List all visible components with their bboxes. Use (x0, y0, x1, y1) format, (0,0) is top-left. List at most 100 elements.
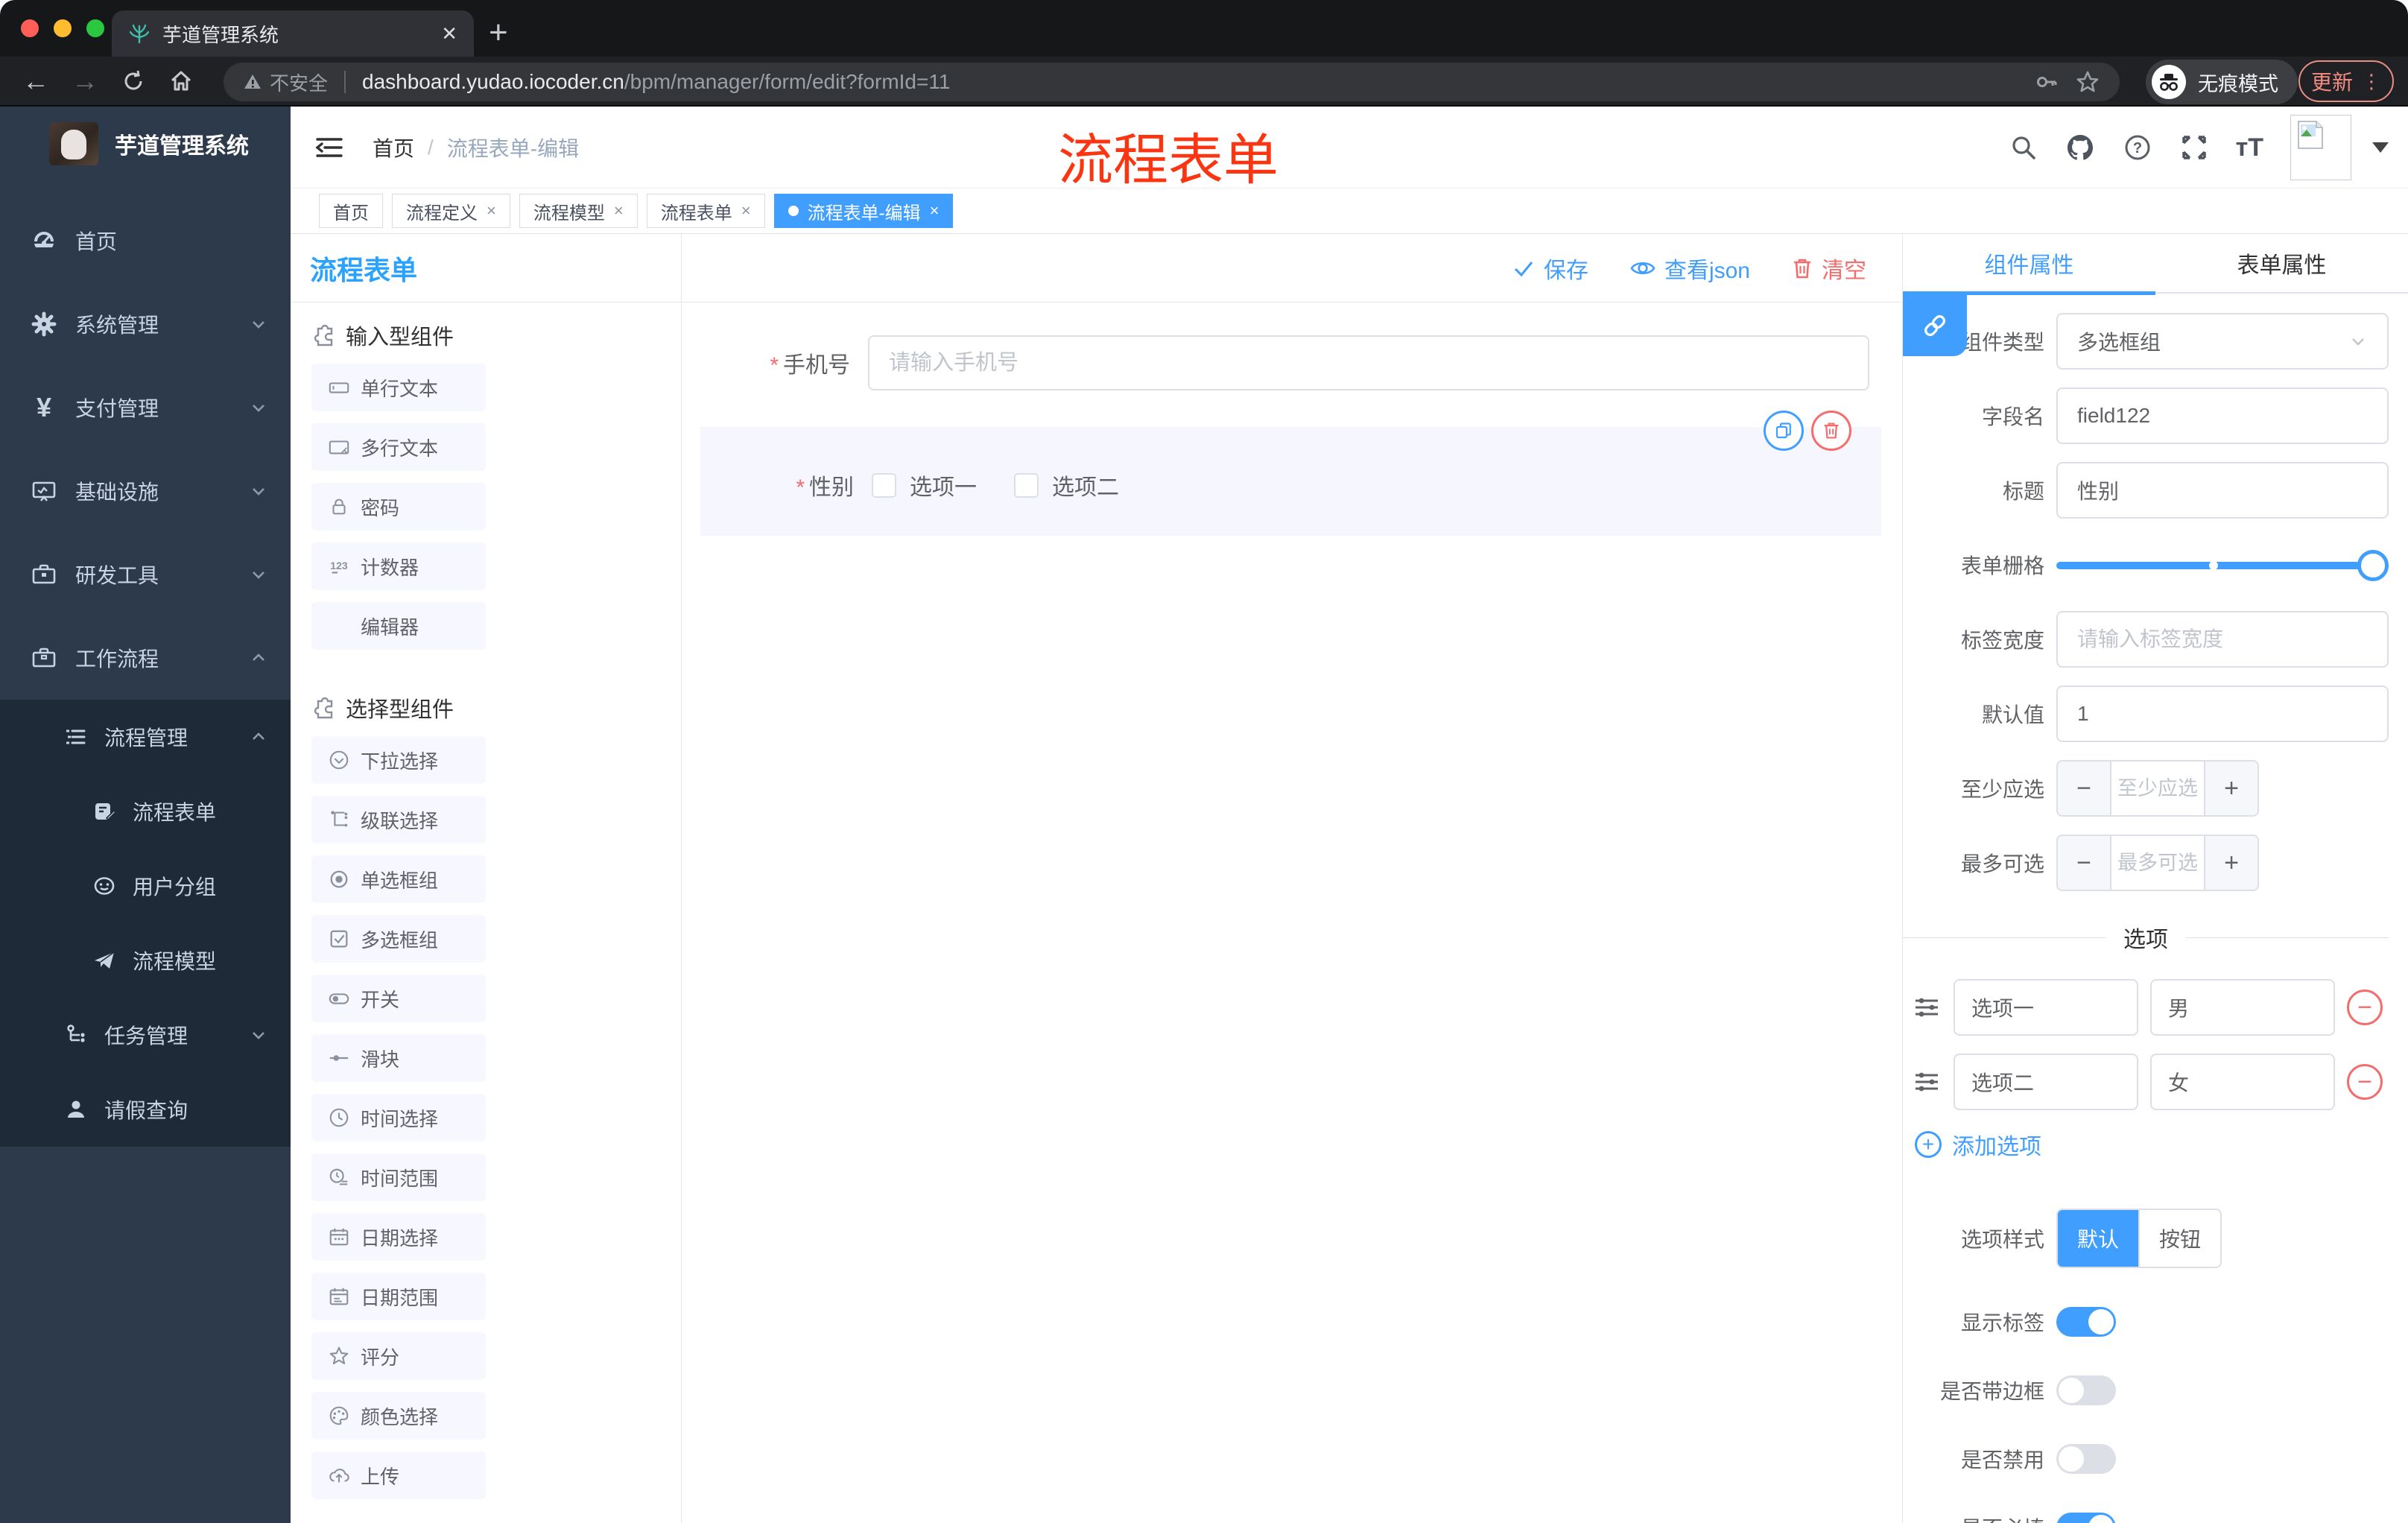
window-zoom-button[interactable] (86, 19, 104, 37)
option-value-input[interactable] (2150, 979, 2335, 1036)
sidebar-item-system[interactable]: 系统管理 (0, 282, 291, 366)
window-close-button[interactable] (21, 19, 39, 37)
avatar[interactable] (2290, 115, 2351, 180)
tab-close-icon[interactable]: ✕ (441, 22, 457, 45)
option-name-input[interactable] (1954, 1054, 2138, 1110)
sidebar-collapse-icon[interactable] (314, 134, 344, 161)
gender-option-2[interactable]: 选项二 (1014, 469, 1119, 501)
component-type-select[interactable]: 多选框组 (2056, 313, 2389, 370)
tag-process-definition[interactable]: 流程定义 × (392, 194, 510, 228)
omnibox[interactable]: 不安全 dashboard.yudao.iocoder.cn/bpm/manag… (224, 63, 2120, 101)
tag-process-form[interactable]: 流程表单 × (646, 194, 765, 228)
sidebar-item-task-management[interactable]: 任务管理 (0, 998, 291, 1072)
sidebar-item-devtools[interactable]: 研发工具 (0, 533, 291, 616)
title-input[interactable] (2056, 462, 2389, 519)
show-label-toggle[interactable] (2056, 1307, 2116, 1337)
save-button[interactable]: 保存 (1512, 252, 1588, 285)
palette-item-date-range[interactable]: 日期范围 (311, 1273, 486, 1320)
palette-item-time-picker[interactable]: 时间选择 (311, 1094, 486, 1142)
canvas-field-gender-selected[interactable]: * 性别 选项一 选项二 (700, 411, 1881, 536)
sidebar-item-process-management[interactable]: 流程管理 (0, 700, 291, 774)
sidebar-item-workflow[interactable]: 工作流程 (0, 616, 291, 700)
palette-item-radio-group[interactable]: 单选框组 (311, 855, 486, 903)
palette-item-time-range[interactable]: 时间范围 (311, 1153, 486, 1201)
gender-option-1[interactable]: 选项一 (872, 469, 977, 501)
security-warning[interactable]: 不安全 (243, 69, 328, 96)
add-option-button[interactable]: + 添加选项 (1915, 1128, 2389, 1161)
palette-item-dropdown[interactable]: 下拉选择 (311, 736, 486, 784)
fullscreen-icon[interactable] (2179, 133, 2209, 162)
required-toggle[interactable] (2056, 1513, 2116, 1523)
slider-thumb[interactable] (2357, 550, 2389, 581)
browser-menu-icon[interactable]: ⋮ (2362, 70, 2381, 93)
style-default-button[interactable]: 默认 (2058, 1210, 2138, 1267)
stepper-increase-button[interactable]: + (2204, 836, 2258, 890)
font-size-icon[interactable]: тT (2236, 133, 2263, 162)
palette-item-upload[interactable]: 上传 (311, 1451, 486, 1499)
view-json-button[interactable]: 查看json (1630, 252, 1750, 285)
palette-item-password[interactable]: 密码 (311, 483, 486, 531)
palette-item-color-picker[interactable]: 颜色选择 (311, 1392, 486, 1440)
option-value-input[interactable] (2150, 1054, 2335, 1110)
min-select-input[interactable] (2111, 762, 2204, 815)
tag-close-icon[interactable]: × (741, 201, 751, 221)
stepper-decrease-button[interactable]: − (2058, 762, 2111, 815)
disabled-toggle[interactable] (2056, 1444, 2116, 1474)
palette-item-multi-text[interactable]: 多行文本 (311, 423, 486, 471)
tag-home[interactable]: 首页 (319, 194, 383, 228)
tag-close-icon[interactable]: × (614, 201, 624, 221)
drag-handle-icon[interactable] (1912, 1067, 1942, 1097)
style-button-button[interactable]: 按钮 (2138, 1210, 2220, 1267)
bookmark-star-icon[interactable] (2075, 69, 2100, 95)
grid-slider[interactable] (2056, 536, 2389, 593)
tag-close-icon[interactable]: × (930, 201, 940, 221)
tag-process-form-edit[interactable]: 流程表单-编辑 × (773, 194, 954, 228)
forward-icon[interactable]: → (72, 66, 98, 97)
browser-tab[interactable]: 芋道管理系统 ✕ (112, 10, 474, 57)
home-icon[interactable] (168, 69, 194, 94)
tab-form-props[interactable]: 表单属性 (2155, 234, 2408, 292)
palette-item-checkbox-group[interactable]: 多选框组 (311, 915, 486, 963)
canvas-field-phone[interactable]: * 手机号 (701, 335, 1869, 390)
sidebar-item-home[interactable]: 首页 (0, 199, 291, 282)
phone-field-input[interactable] (868, 335, 1869, 390)
remove-option-button[interactable]: − (2347, 1064, 2383, 1100)
label-width-input[interactable] (2056, 611, 2389, 668)
back-icon[interactable]: ← (22, 66, 49, 97)
checkbox-icon[interactable] (872, 472, 896, 498)
checkbox-icon[interactable] (1014, 472, 1039, 498)
border-toggle[interactable] (2056, 1375, 2116, 1405)
stepper-increase-button[interactable]: + (2204, 762, 2258, 815)
delete-field-button[interactable] (1811, 411, 1851, 451)
palette-item-rate[interactable]: 评分 (311, 1332, 486, 1380)
drag-handle-icon[interactable] (1912, 992, 1942, 1022)
sidebar-item-payment[interactable]: ¥ 支付管理 (0, 366, 291, 449)
palette-item-counter[interactable]: 123 计数器 (311, 542, 486, 590)
tag-process-model[interactable]: 流程模型 × (519, 194, 638, 228)
palette-item-switch[interactable]: 开关 (311, 975, 486, 1022)
palette-item-editor[interactable]: 编辑器 (311, 602, 486, 650)
field-name-input[interactable] (2056, 387, 2389, 444)
palette-item-cascader[interactable]: 级联选择 (311, 796, 486, 843)
sidebar-item-process-form[interactable]: 流程表单 (0, 774, 291, 849)
copy-field-button[interactable] (1764, 411, 1804, 451)
reload-icon[interactable] (121, 69, 146, 94)
browser-update-button[interactable]: 更新 ⋮ (2298, 60, 2394, 102)
password-key-icon[interactable] (2035, 70, 2059, 94)
default-value-input[interactable] (2056, 685, 2389, 742)
avatar-caret-icon[interactable] (2372, 142, 2389, 153)
clear-button[interactable]: 清空 (1792, 252, 1866, 285)
sidebar-item-user-group[interactable]: 用户分组 (0, 849, 291, 923)
slider-track[interactable] (2056, 562, 2389, 569)
palette-item-slider[interactable]: 滑块 (311, 1034, 486, 1082)
palette-item-single-text[interactable]: 单行文本 (311, 364, 486, 411)
remove-option-button[interactable]: − (2347, 990, 2383, 1025)
stepper-decrease-button[interactable]: − (2058, 836, 2111, 890)
search-icon[interactable] (2009, 133, 2038, 162)
tag-close-icon[interactable]: × (487, 201, 496, 221)
sidebar-item-infrastructure[interactable]: 基础设施 (0, 449, 291, 533)
window-minimize-button[interactable] (54, 19, 72, 37)
max-select-input[interactable] (2111, 836, 2204, 890)
option-name-input[interactable] (1954, 979, 2138, 1036)
sidebar-item-process-model[interactable]: 流程模型 (0, 923, 291, 998)
